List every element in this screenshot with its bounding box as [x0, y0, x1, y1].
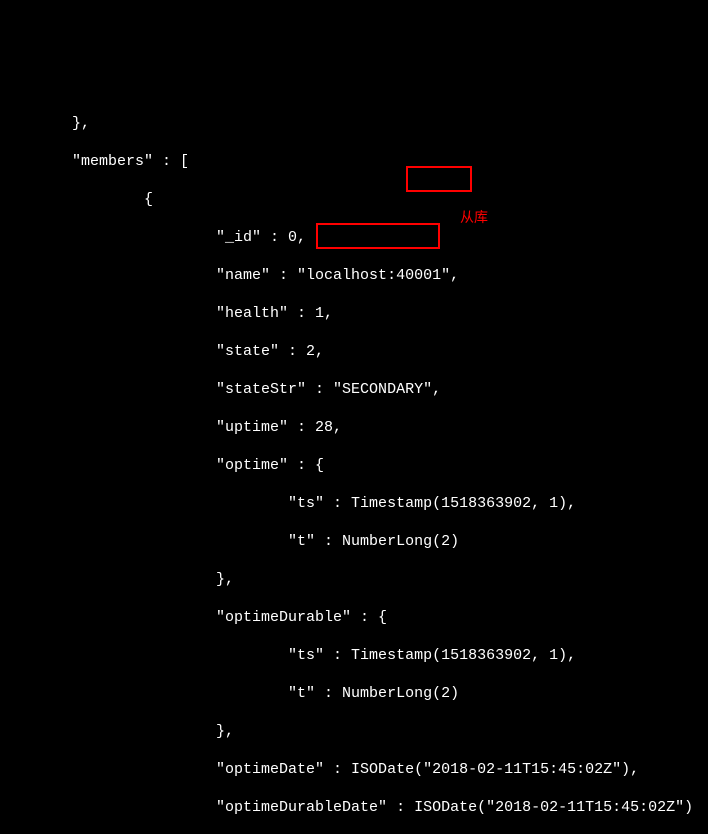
- code-line: "members" : [: [0, 153, 189, 170]
- code-line: "state" : 2,: [0, 343, 324, 360]
- code-line: {: [0, 191, 153, 208]
- code-line: "uptime" : 28,: [0, 419, 342, 436]
- code-line: "optimeDurable" : {: [0, 609, 387, 626]
- annotation-secondary: 从库: [460, 208, 488, 227]
- terminal-output: }, "members" : [ { "_id" : 0, "name" : "…: [0, 95, 708, 834]
- highlight-box-statestr: [316, 223, 440, 249]
- code-line: },: [0, 723, 234, 740]
- code-line: },: [0, 115, 90, 132]
- code-line: "optimeDate" : ISODate("2018-02-11T15:45…: [0, 761, 639, 778]
- code-line: },: [0, 571, 234, 588]
- code-line: "health" : 1,: [0, 305, 333, 322]
- code-line: "optimeDurableDate" : ISODate("2018-02-1…: [0, 799, 693, 816]
- code-line: "t" : NumberLong(2): [0, 685, 459, 702]
- code-line: "name" : "localhost:40001",: [0, 267, 459, 284]
- code-line: "t" : NumberLong(2): [0, 533, 459, 550]
- code-line: "_id" : 0,: [0, 229, 306, 246]
- code-line: "stateStr" : "SECONDARY",: [0, 381, 441, 398]
- code-line: "ts" : Timestamp(1518363902, 1),: [0, 495, 576, 512]
- code-line: "optime" : {: [0, 457, 324, 474]
- code-line: "ts" : Timestamp(1518363902, 1),: [0, 647, 576, 664]
- highlight-box-port: [406, 166, 472, 192]
